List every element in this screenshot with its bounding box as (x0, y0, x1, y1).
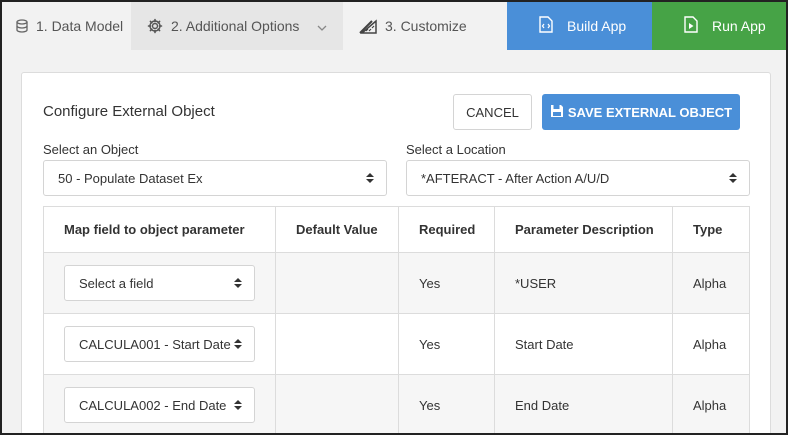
required-cell: Yes (398, 313, 495, 375)
location-select[interactable]: *AFTERACT - After Action A/U/D (406, 160, 750, 196)
column-header: Map field to object parameter (43, 206, 276, 253)
default-value-cell[interactable] (275, 374, 399, 433)
parameter-table: Map field to object parameter Default Va… (43, 206, 750, 433)
location-select-label: Select a Location (406, 142, 506, 157)
step-additional-options[interactable]: 2. Additional Options (131, 2, 343, 50)
save-external-object-button[interactable]: SAVE EXTERNAL OBJECT (542, 94, 740, 130)
column-header: Required (398, 206, 495, 253)
column-header: Default Value (275, 206, 399, 253)
description-cell: End Date (494, 374, 673, 433)
run-app-button[interactable]: Run App (652, 2, 786, 50)
field-select-value: Select a field (79, 275, 154, 291)
object-select-value: 50 - Populate Dataset Ex (58, 170, 203, 186)
external-object-card: Configure External Object CANCEL SAVE EX… (21, 72, 771, 433)
build-app-button[interactable]: Build App (507, 2, 652, 50)
default-value-cell[interactable] (275, 252, 399, 314)
play-file-icon (684, 16, 698, 36)
required-cell: Yes (398, 252, 495, 314)
field-select-value: CALCULA001 - Start Date (79, 336, 231, 352)
type-cell: Alpha (672, 252, 750, 314)
field-cell: CALCULA002 - End Date (43, 374, 276, 433)
build-app-label: Build App (567, 18, 627, 34)
sort-arrows-icon (366, 172, 374, 187)
step-data-model[interactable]: 1. Data Model (2, 2, 131, 50)
field-select[interactable]: CALCULA002 - End Date (64, 387, 255, 423)
step-label: 3. Customize (385, 18, 467, 34)
code-file-icon (539, 16, 553, 36)
default-value-cell[interactable] (275, 313, 399, 375)
step-label: 1. Data Model (36, 18, 124, 34)
run-app-label: Run App (712, 18, 766, 34)
save-icon (550, 104, 564, 121)
column-header: Type (672, 206, 750, 253)
field-select-value: CALCULA002 - End Date (79, 397, 227, 413)
table-row: CALCULA001 - Start Date Yes Start Date A… (43, 313, 750, 375)
cancel-button[interactable]: CANCEL (453, 94, 532, 130)
step-customize[interactable]: 3. Customize (343, 2, 507, 50)
field-cell: Select a field (43, 252, 276, 314)
database-icon (16, 19, 28, 33)
object-select[interactable]: 50 - Populate Dataset Ex (43, 160, 387, 196)
field-select[interactable]: CALCULA001 - Start Date (64, 326, 255, 362)
sort-arrows-icon (234, 399, 242, 414)
description-cell: *USER (494, 252, 673, 314)
location-select-value: *AFTERACT - After Action A/U/D (421, 170, 610, 186)
chevron-down-icon[interactable] (317, 18, 327, 34)
gear-icon (147, 18, 163, 34)
app-frame: 1. Data Model 2. Additional Options 3. C… (0, 0, 788, 435)
sort-arrows-icon (729, 172, 737, 187)
step-label: 2. Additional Options (171, 18, 300, 34)
field-cell: CALCULA001 - Start Date (43, 313, 276, 375)
sort-arrows-icon (234, 338, 242, 353)
ruler-pencil-icon (359, 18, 377, 34)
table-row: CALCULA002 - End Date Yes End Date Alpha (43, 374, 750, 433)
table-header-row: Map field to object parameter Default Va… (43, 206, 750, 253)
type-cell: Alpha (672, 374, 750, 433)
sort-arrows-icon (234, 277, 242, 292)
required-cell: Yes (398, 374, 495, 433)
field-select[interactable]: Select a field (64, 265, 255, 301)
type-cell: Alpha (672, 313, 750, 375)
object-select-label: Select an Object (43, 142, 139, 157)
description-cell: Start Date (494, 313, 673, 375)
table-row: Select a field Yes *USER Alpha (43, 252, 750, 314)
save-label: SAVE EXTERNAL OBJECT (567, 104, 733, 120)
column-header: Parameter Description (494, 206, 673, 253)
page-title: Configure External Object (43, 103, 215, 120)
